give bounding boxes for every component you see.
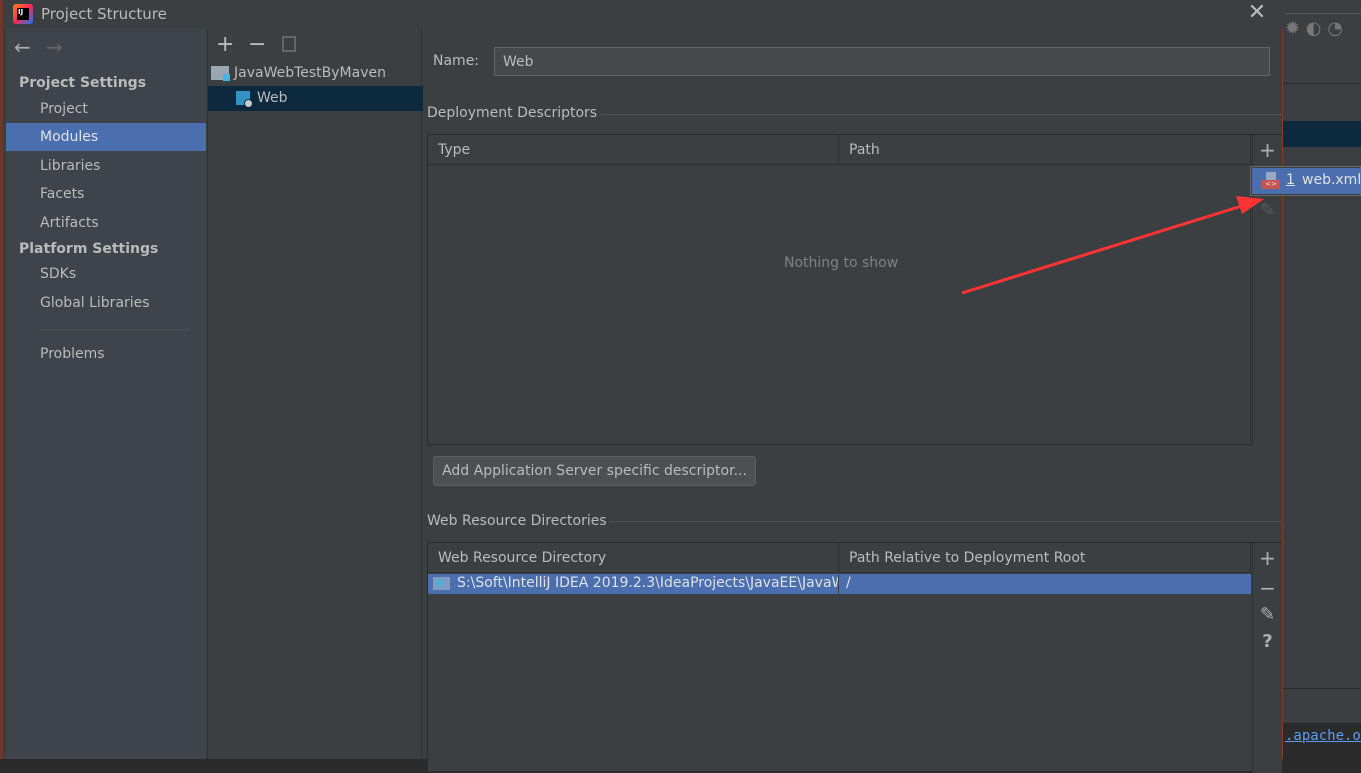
debug-icon: ✹ ◐ ◔ (1285, 18, 1343, 39)
sidebar-item-global-libraries[interactable]: Global Libraries (6, 289, 206, 317)
name-input[interactable]: Web (494, 47, 1270, 76)
table-row[interactable]: S:\Soft\IntelliJ IDEA 2019.2.3\IdeaProje… (428, 574, 1251, 594)
deployment-descriptors-table: Type Path Nothing to show + ✎ (427, 134, 1282, 445)
module-folder-icon (211, 66, 230, 81)
web-facet-icon (236, 91, 253, 108)
title-bar: IJ Project Structure ✕ (3, 0, 1285, 29)
sidebar-item-artifacts[interactable]: Artifacts (6, 209, 206, 237)
column-path-relative[interactable]: Path Relative to Deployment Root (839, 543, 1251, 573)
close-icon[interactable]: ✕ (1243, 0, 1271, 28)
cell-path: / (846, 575, 851, 591)
popup-label: web.xml (1302, 172, 1361, 188)
sidebar-item-project[interactable]: Project (6, 95, 206, 123)
copy-icon[interactable] (282, 36, 296, 52)
tree-item-web[interactable]: Web (208, 86, 423, 111)
sidebar-item-libraries[interactable]: Libraries (6, 152, 206, 180)
forward-arrow-icon[interactable]: → (46, 35, 63, 59)
web-resource-directories-heading: Web Resource Directories (427, 513, 607, 529)
edit-pencil-icon[interactable]: ✎ (1253, 604, 1282, 625)
add-icon[interactable]: + (216, 32, 234, 57)
background-link[interactable]: .apache.o (1285, 728, 1361, 744)
xml-file-icon: <> (1262, 172, 1280, 190)
sidebar-item-modules[interactable]: Modules (6, 123, 206, 151)
popup-item-web-xml[interactable]: <> 1 web.xml (1252, 168, 1361, 194)
column-path[interactable]: Path (839, 135, 1251, 165)
add-descriptor-popup: <> 1 web.xml (1250, 166, 1361, 196)
divider (40, 329, 190, 330)
divider (609, 521, 1281, 522)
background-ide: ✹ ◐ ◔ .apache.o (1282, 0, 1361, 759)
popup-mnemonic: 1 (1286, 172, 1295, 188)
column-web-resource-directory[interactable]: Web Resource Directory (428, 543, 839, 573)
platform-settings-heading: Platform Settings (19, 241, 159, 257)
sidebar: ← → Project Settings Project Modules Lib… (6, 29, 206, 759)
add-icon[interactable]: + (1253, 138, 1282, 162)
back-arrow-icon[interactable]: ← (14, 35, 31, 59)
tree-root-item[interactable]: JavaWebTestByMaven (234, 65, 386, 81)
help-icon[interactable]: ? (1253, 631, 1282, 652)
project-structure-dialog: IJ Project Structure ✕ ← → Project Setti… (0, 0, 1285, 773)
name-label: Name: (433, 53, 480, 69)
remove-icon[interactable]: − (1253, 576, 1282, 600)
divider (601, 114, 1281, 115)
sidebar-item-facets[interactable]: Facets (6, 180, 206, 208)
remove-icon[interactable]: − (248, 32, 266, 57)
wrd-toolbar: + − ✎ ? (1252, 543, 1282, 773)
deployment-descriptors-heading: Deployment Descriptors (427, 105, 598, 121)
add-server-descriptor-button[interactable]: Add Application Server specific descript… (433, 456, 756, 486)
cell-directory: S:\Soft\IntelliJ IDEA 2019.2.3\IdeaProje… (457, 575, 839, 594)
empty-text: Nothing to show (784, 255, 899, 271)
project-settings-heading: Project Settings (19, 75, 147, 91)
add-icon[interactable]: + (1253, 546, 1282, 570)
module-tree: + − JavaWebTestByMaven Web (207, 29, 423, 759)
tree-item-label: Web (257, 90, 288, 106)
web-resource-directories-table: Web Resource Directory Path Relative to … (427, 542, 1282, 773)
folder-icon (433, 577, 450, 590)
sidebar-item-problems[interactable]: Problems (6, 340, 206, 368)
window-title: Project Structure (41, 5, 167, 23)
sidebar-item-sdks[interactable]: SDKs (6, 260, 206, 288)
column-type[interactable]: Type (428, 135, 839, 165)
intellij-logo-icon: IJ (13, 4, 33, 24)
edit-pencil-icon[interactable]: ✎ (1253, 200, 1282, 221)
